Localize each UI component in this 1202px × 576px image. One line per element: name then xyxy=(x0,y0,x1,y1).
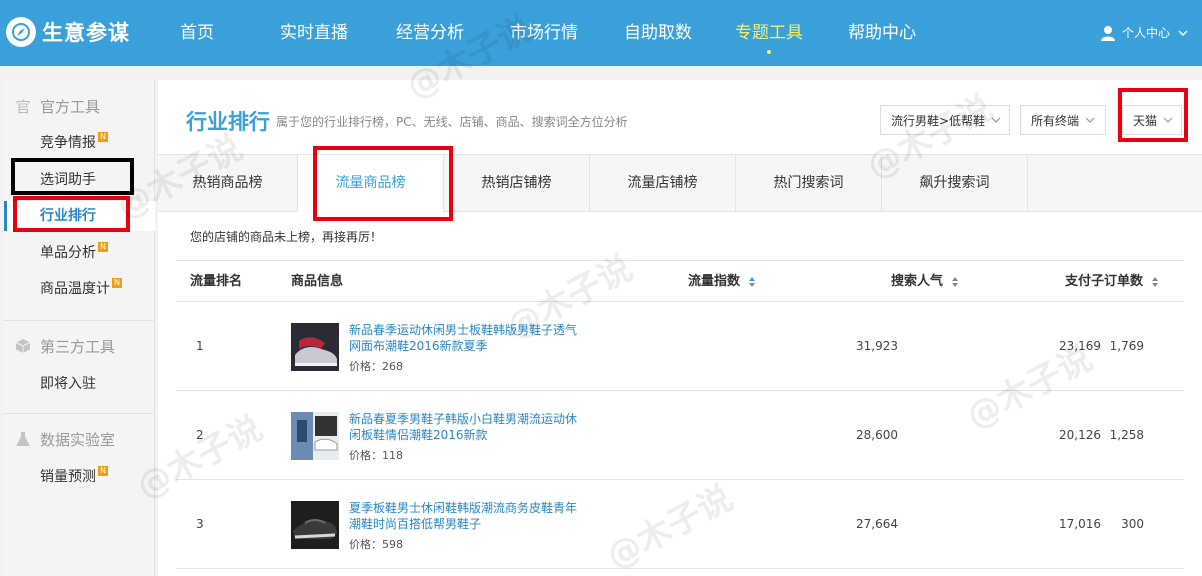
tab-hot-shops[interactable]: 热销店铺榜 xyxy=(444,155,590,212)
table-row: 1 新品春季运动休闲男士板鞋韩版男鞋子透气网面布潮鞋2016新款夏季 价格：26… xyxy=(176,302,1184,391)
rank-value: 1 xyxy=(196,339,204,353)
new-badge: N xyxy=(98,242,108,252)
orders-value: 300 xyxy=(1121,517,1144,531)
title-row: 行业排行 属于您的行业排行榜，PC、无线、店铺、商品、搜索词全方位分析 流行男鞋… xyxy=(158,80,1202,154)
notice-text: 您的店铺的商品未上榜，再接再厉！ xyxy=(190,230,383,244)
highlight-box-red xyxy=(13,196,130,232)
tab-hot-keywords[interactable]: 热门搜索词 xyxy=(736,155,882,212)
category-select[interactable]: 流行男鞋>低帮鞋 xyxy=(880,105,1010,135)
product-name-link[interactable]: 新品春夏季男鞋子韩版小白鞋男潮流运动休闲板鞋情侣潮鞋2016新款 xyxy=(349,411,585,443)
orders-value: 1,258 xyxy=(1109,428,1144,442)
product-thumbnail[interactable] xyxy=(291,323,339,371)
logo-text: 生意参谋 xyxy=(42,21,130,45)
sidebar-section-official: 官 官方工具 xyxy=(4,94,155,118)
page-title: 行业排行 xyxy=(186,110,270,134)
sidebar-section-title: 官 官方工具 xyxy=(15,97,101,116)
sidebar: 官 官方工具 竞争情报 N 选词助手 行业排行 单品分析 N 商品温度计 N 第三方工… xyxy=(4,80,155,576)
chevron-down-icon xyxy=(1085,117,1095,123)
channel-select[interactable]: 所有终端 xyxy=(1020,105,1106,135)
sidebar-divider xyxy=(4,320,155,321)
product-name-link[interactable]: 夏季板鞋男士休闲鞋韩版潮流商务皮鞋青年潮鞋时尚百搭低帮男鞋子 xyxy=(349,500,585,532)
nav-realtime[interactable]: 实时直播 xyxy=(254,0,374,66)
new-badge: N xyxy=(98,132,108,142)
new-badge: N xyxy=(112,278,122,288)
sidebar-section-third-party: 第三方工具 xyxy=(4,334,155,358)
user-label: 个人中心 xyxy=(1121,26,1170,40)
sidebar-item-sales-forecast[interactable]: 销量预测 N xyxy=(4,462,155,492)
new-badge: N xyxy=(98,466,108,476)
traffic-value: 27,664 xyxy=(856,517,898,531)
search-value: 20,126 xyxy=(1059,428,1101,442)
sidebar-item-item-analysis[interactable]: 单品分析 N xyxy=(4,238,155,268)
orders-value: 1,769 xyxy=(1109,339,1144,353)
rank-table: 流量排名 商品信息 流量指数 搜索人气 支付子订单数 1 新品春季运动休闲男士板… xyxy=(176,260,1184,569)
official-icon: 官 xyxy=(15,97,31,116)
user-icon xyxy=(1100,25,1115,41)
top-header: 生意参谋 首页 实时直播 经营分析 市场行情 自助取数 专题工具 帮助中心 个人… xyxy=(0,0,1202,66)
col-rank: 流量排名 xyxy=(190,274,243,289)
rank-value: 2 xyxy=(196,428,204,442)
search-value: 17,016 xyxy=(1059,517,1101,531)
product-price: 价格：118 xyxy=(349,449,403,462)
highlight-box-black xyxy=(11,158,134,195)
chevron-down-icon xyxy=(991,117,1001,123)
nav-operation-analysis[interactable]: 经营分析 xyxy=(374,0,486,66)
table-header: 流量排名 商品信息 流量指数 搜索人气 支付子订单数 xyxy=(176,260,1184,302)
col-orders[interactable]: 支付子订单数 xyxy=(1065,261,1159,303)
product-thumbnail[interactable] xyxy=(291,412,339,460)
chevron-down-icon xyxy=(1178,30,1188,36)
tab-rising-keywords[interactable]: 飙升搜索词 xyxy=(882,155,1028,212)
sidebar-section-title: 数据实验室 xyxy=(4,427,155,451)
main-nav: 首页 实时直播 经营分析 市场行情 自助取数 专题工具 帮助中心 xyxy=(160,0,940,66)
nav-self-service[interactable]: 自助取数 xyxy=(602,0,714,66)
sidebar-item-competition[interactable]: 竞争情报 N xyxy=(4,128,155,158)
sort-icon xyxy=(1151,276,1158,287)
sort-icon xyxy=(748,276,755,287)
sort-icon xyxy=(951,276,958,287)
nav-help[interactable]: 帮助中心 xyxy=(824,0,940,66)
table-row: 3 夏季板鞋男士休闲鞋韩版潮流商务皮鞋青年潮鞋时尚百搭低帮男鞋子 价格：598 … xyxy=(176,480,1184,569)
sidebar-divider xyxy=(4,413,155,414)
sidebar-section-title: 第三方工具 xyxy=(4,334,155,358)
highlight-box-red xyxy=(1118,88,1188,142)
col-traffic[interactable]: 流量指数 xyxy=(688,261,756,303)
compass-icon xyxy=(6,17,36,47)
flask-icon xyxy=(14,430,32,448)
product-price: 价格：598 xyxy=(349,538,403,551)
highlight-box-red xyxy=(313,146,453,221)
rank-value: 3 xyxy=(196,517,204,531)
product-price: 价格：268 xyxy=(349,360,403,373)
table-row: 2 新品春夏季男鞋子韩版小白鞋男潮流运动休闲板鞋情侣潮鞋2016新款 价格：11… xyxy=(176,391,1184,480)
nav-special-tools[interactable]: 专题工具 xyxy=(714,0,824,66)
nav-market[interactable]: 市场行情 xyxy=(486,0,602,66)
tab-hot-products[interactable]: 热销商品榜 xyxy=(158,155,298,212)
traffic-value: 28,600 xyxy=(856,428,898,442)
sidebar-item-coming-soon[interactable]: 即将入驻 xyxy=(4,369,155,399)
col-product: 商品信息 xyxy=(291,274,344,289)
tab-traffic-shops[interactable]: 流量店铺榜 xyxy=(590,155,736,212)
sidebar-item-thermometer[interactable]: 商品温度计 N xyxy=(4,274,155,304)
product-thumbnail[interactable] xyxy=(291,501,339,549)
logo[interactable]: 生意参谋 xyxy=(6,12,130,52)
sidebar-section-lab: 数据实验室 xyxy=(4,427,155,451)
user-menu[interactable]: 个人中心 xyxy=(1100,24,1188,41)
cube-icon xyxy=(14,337,32,355)
search-value: 23,169 xyxy=(1059,339,1101,353)
page-subtitle: 属于您的行业排行榜，PC、无线、店铺、商品、搜索词全方位分析 xyxy=(276,115,628,129)
traffic-value: 31,923 xyxy=(856,339,898,353)
product-name-link[interactable]: 新品春季运动休闲男士板鞋韩版男鞋子透气网面布潮鞋2016新款夏季 xyxy=(349,322,585,354)
col-search[interactable]: 搜索人气 xyxy=(891,261,959,303)
nav-home[interactable]: 首页 xyxy=(160,0,234,66)
